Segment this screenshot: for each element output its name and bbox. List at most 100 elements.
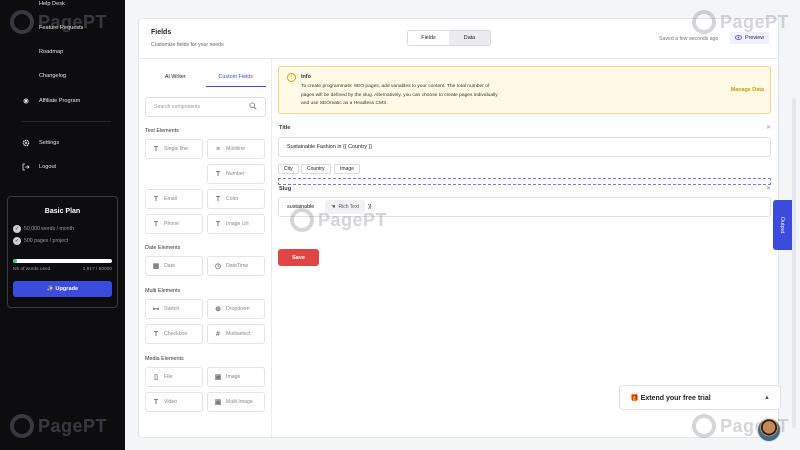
component-switch[interactable]: ⊷ Switch [145, 299, 203, 319]
search-input[interactable]: Search components [145, 97, 266, 117]
output-tab[interactable]: Output [773, 200, 792, 250]
component-multi-image[interactable]: ▣ Multi Image [207, 392, 265, 412]
sidebar-item-label: Roadmap [39, 49, 64, 55]
drop-zone[interactable] [278, 178, 771, 185]
lightbulb-icon [22, 24, 30, 32]
section-date-elements: Date Elements [145, 245, 181, 251]
usage-progress-fill [13, 259, 17, 263]
variable-chip-country[interactable]: Country [301, 164, 331, 174]
sidebar-item-changelog[interactable]: Changelog [22, 72, 66, 80]
file-icon: ▯ [154, 374, 158, 381]
info-icon: ! [287, 73, 296, 82]
fields-card: Fields Customize fields for your needs F… [138, 18, 779, 438]
component-image[interactable]: ▣ Image [207, 367, 265, 387]
variable-chip-city[interactable]: City [278, 164, 299, 174]
sidebar-item-feature-requests[interactable]: Feature Requests [22, 24, 83, 32]
sidebar-item-logout[interactable]: Logout [22, 163, 56, 171]
tab-ai-writer[interactable]: AI Writer [145, 67, 206, 87]
manage-data-link[interactable]: Manage Data [731, 87, 764, 93]
info-body: To create programmatic SEO pages, add va… [301, 84, 498, 107]
toggle-fields[interactable]: Fields [408, 31, 449, 45]
lines-icon: ≡ [215, 145, 221, 153]
remove-slug-icon[interactable]: ✕ [766, 185, 771, 192]
toggle-icon: ⊷ [152, 306, 160, 313]
help-icon [22, 0, 30, 8]
sidebar-item-help-desk[interactable]: Help Desk [22, 0, 65, 8]
component-checkbox[interactable]: T Checkbox [145, 324, 203, 344]
component-image-url[interactable]: T Image Url [207, 214, 265, 234]
component-date[interactable]: ▦ Date [145, 256, 203, 276]
sidebar-item-label: Affiliate Program [39, 98, 81, 104]
images-icon: ▣ [214, 399, 222, 406]
page-title: Fields [151, 29, 172, 36]
section-media-elements: Media Elements [145, 356, 184, 362]
title-field-label: Title [279, 125, 291, 131]
slug-input[interactable]: sustainable ☚ Rich Text )} [278, 197, 771, 217]
text-icon: T [153, 398, 159, 406]
tab-custom-fields[interactable]: Custom Fields [205, 67, 266, 87]
sidebar-item-roadmap[interactable]: Roadmap [22, 48, 63, 56]
component-single-line[interactable]: T Single line [145, 139, 203, 159]
sidebar-item-settings[interactable]: Settings [22, 139, 59, 147]
hash-icon: # [216, 330, 220, 338]
sidebar-item-label: Help Desk [39, 1, 65, 7]
clock-icon: ◷ [214, 263, 222, 270]
map-icon [22, 48, 30, 56]
avatar[interactable] [757, 418, 781, 442]
usage-label: Nb of words used [13, 267, 51, 272]
sidebar-item-affiliate[interactable]: Affiliate Program [22, 97, 80, 105]
component-dropdown[interactable]: ⊕ Dropdown [207, 299, 265, 319]
watermark-logo: PagePT [10, 414, 107, 438]
extend-trial-button[interactable]: 🎁 Extend your free trial ▲ [619, 385, 781, 410]
component-phone[interactable]: T Phone [145, 214, 203, 234]
sidebar-item-label: Settings [39, 140, 60, 146]
page-scrollbar[interactable] [792, 98, 796, 428]
chevron-up-icon: ▲ [764, 394, 770, 401]
check-icon: ✓ [13, 237, 21, 245]
toggle-data[interactable]: Data [449, 31, 490, 45]
plan-feature: ✓ 50,000 words / month [13, 225, 74, 233]
plan-feature: ✓ 500 pages / project [13, 237, 69, 245]
component-multiline[interactable]: ≡ Multiline [207, 139, 265, 159]
sidebar-item-label: Feature Requests [39, 25, 84, 31]
text-icon: T [153, 330, 159, 338]
page-subtitle: Customize fields for your needs [151, 42, 224, 48]
component-number[interactable]: T Number [207, 164, 265, 184]
section-text-elements: Text Elements [145, 128, 179, 134]
slug-tail: )} [368, 204, 372, 210]
component-file[interactable]: ▯ File [145, 367, 203, 387]
preview-button[interactable]: Preview [730, 32, 770, 44]
component-datetime[interactable]: ◷ DateTime [207, 256, 265, 276]
remove-title-icon[interactable]: ✕ [766, 124, 771, 131]
component-video[interactable]: T Video [145, 392, 203, 412]
save-button[interactable]: Save [278, 249, 319, 266]
cursor-icon: ☚ [331, 204, 336, 210]
text-icon: T [215, 170, 221, 178]
sidebar: Help Desk Feature Requests Roadmap Chang… [0, 0, 125, 450]
title-input[interactable]: Sustainable Fashion in {{ Country }} [278, 137, 771, 157]
slug-value: sustainable [287, 204, 315, 210]
section-multi-elements: Multi Elements [145, 288, 181, 294]
variable-chip-image[interactable]: Image [334, 164, 360, 174]
sidebar-divider [22, 121, 111, 122]
panel-tabs: AI Writer Custom Fields [145, 67, 266, 87]
dropdown-icon: ⊕ [215, 306, 221, 313]
check-icon: ✓ [13, 225, 21, 233]
list-icon [22, 72, 30, 80]
upgrade-button[interactable]: ✨ Upgrade [13, 281, 112, 297]
usage-progress-bar [13, 259, 112, 263]
info-box: ! Info To create programmatic SEO pages,… [278, 66, 771, 114]
component-email[interactable]: T Email [145, 189, 203, 209]
fields-editor: ! Info To create programmatic SEO pages,… [272, 59, 778, 437]
plan-card: Basic Plan ✓ 50,000 words / month ✓ 500 … [7, 196, 118, 308]
gear-icon [22, 139, 30, 147]
view-toggle: Fields Data [407, 30, 491, 46]
component-multiselect[interactable]: # Multiselect [207, 324, 265, 344]
calendar-icon: ▦ [152, 263, 160, 270]
text-icon: T [215, 220, 221, 228]
component-color[interactable]: T Color [207, 189, 265, 209]
text-icon: T [153, 145, 159, 153]
components-panel: AI Writer Custom Fields Search component… [139, 59, 272, 437]
sidebar-item-label: Changelog [39, 73, 67, 79]
eye-icon [734, 34, 743, 42]
